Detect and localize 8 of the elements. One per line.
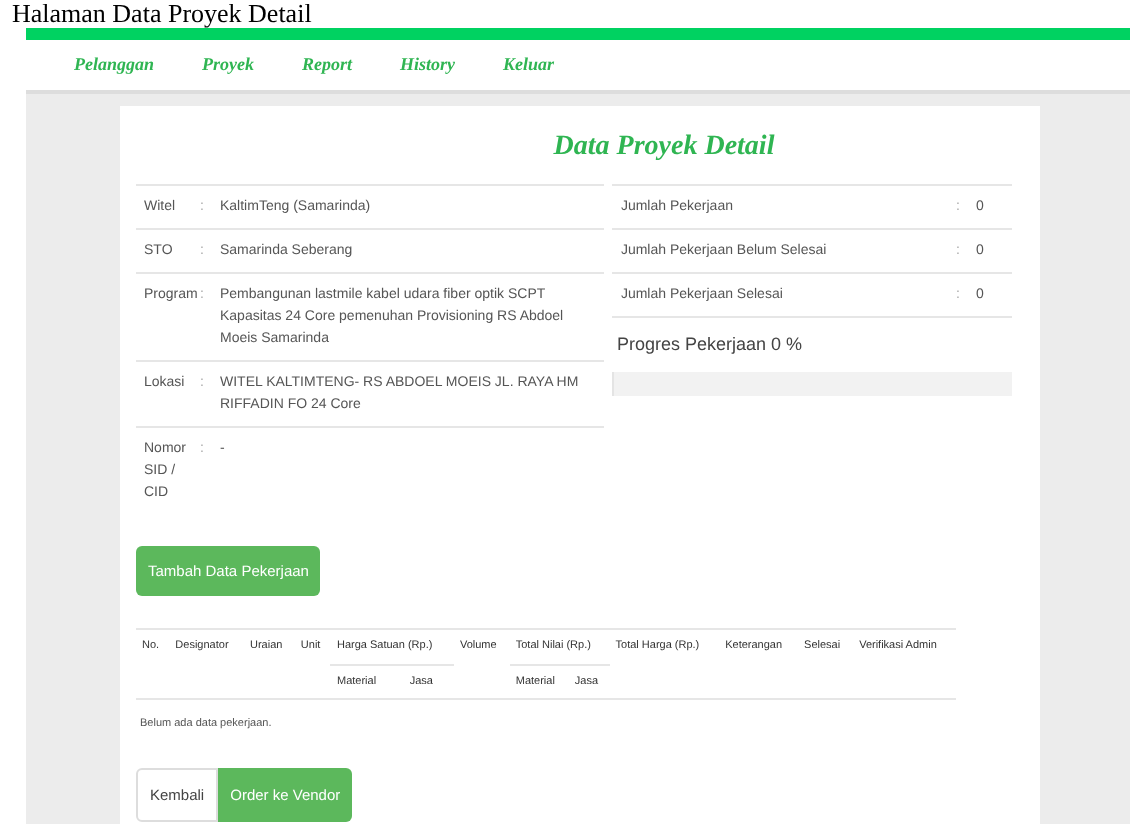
page-title: Data Proyek Detail xyxy=(551,130,777,166)
caption-text: Halaman Data Proyek Detail xyxy=(10,0,314,28)
nav-link[interactable]: Report xyxy=(302,51,353,79)
nav-link[interactable]: Pelanggan xyxy=(74,51,155,79)
nav-link[interactable]: Keluar xyxy=(503,51,555,79)
nav-link[interactable]: History xyxy=(400,51,456,79)
nav-link[interactable]: Proyek xyxy=(202,51,255,79)
progress-label: Progres Pekerjaan 0 % xyxy=(616,332,805,358)
